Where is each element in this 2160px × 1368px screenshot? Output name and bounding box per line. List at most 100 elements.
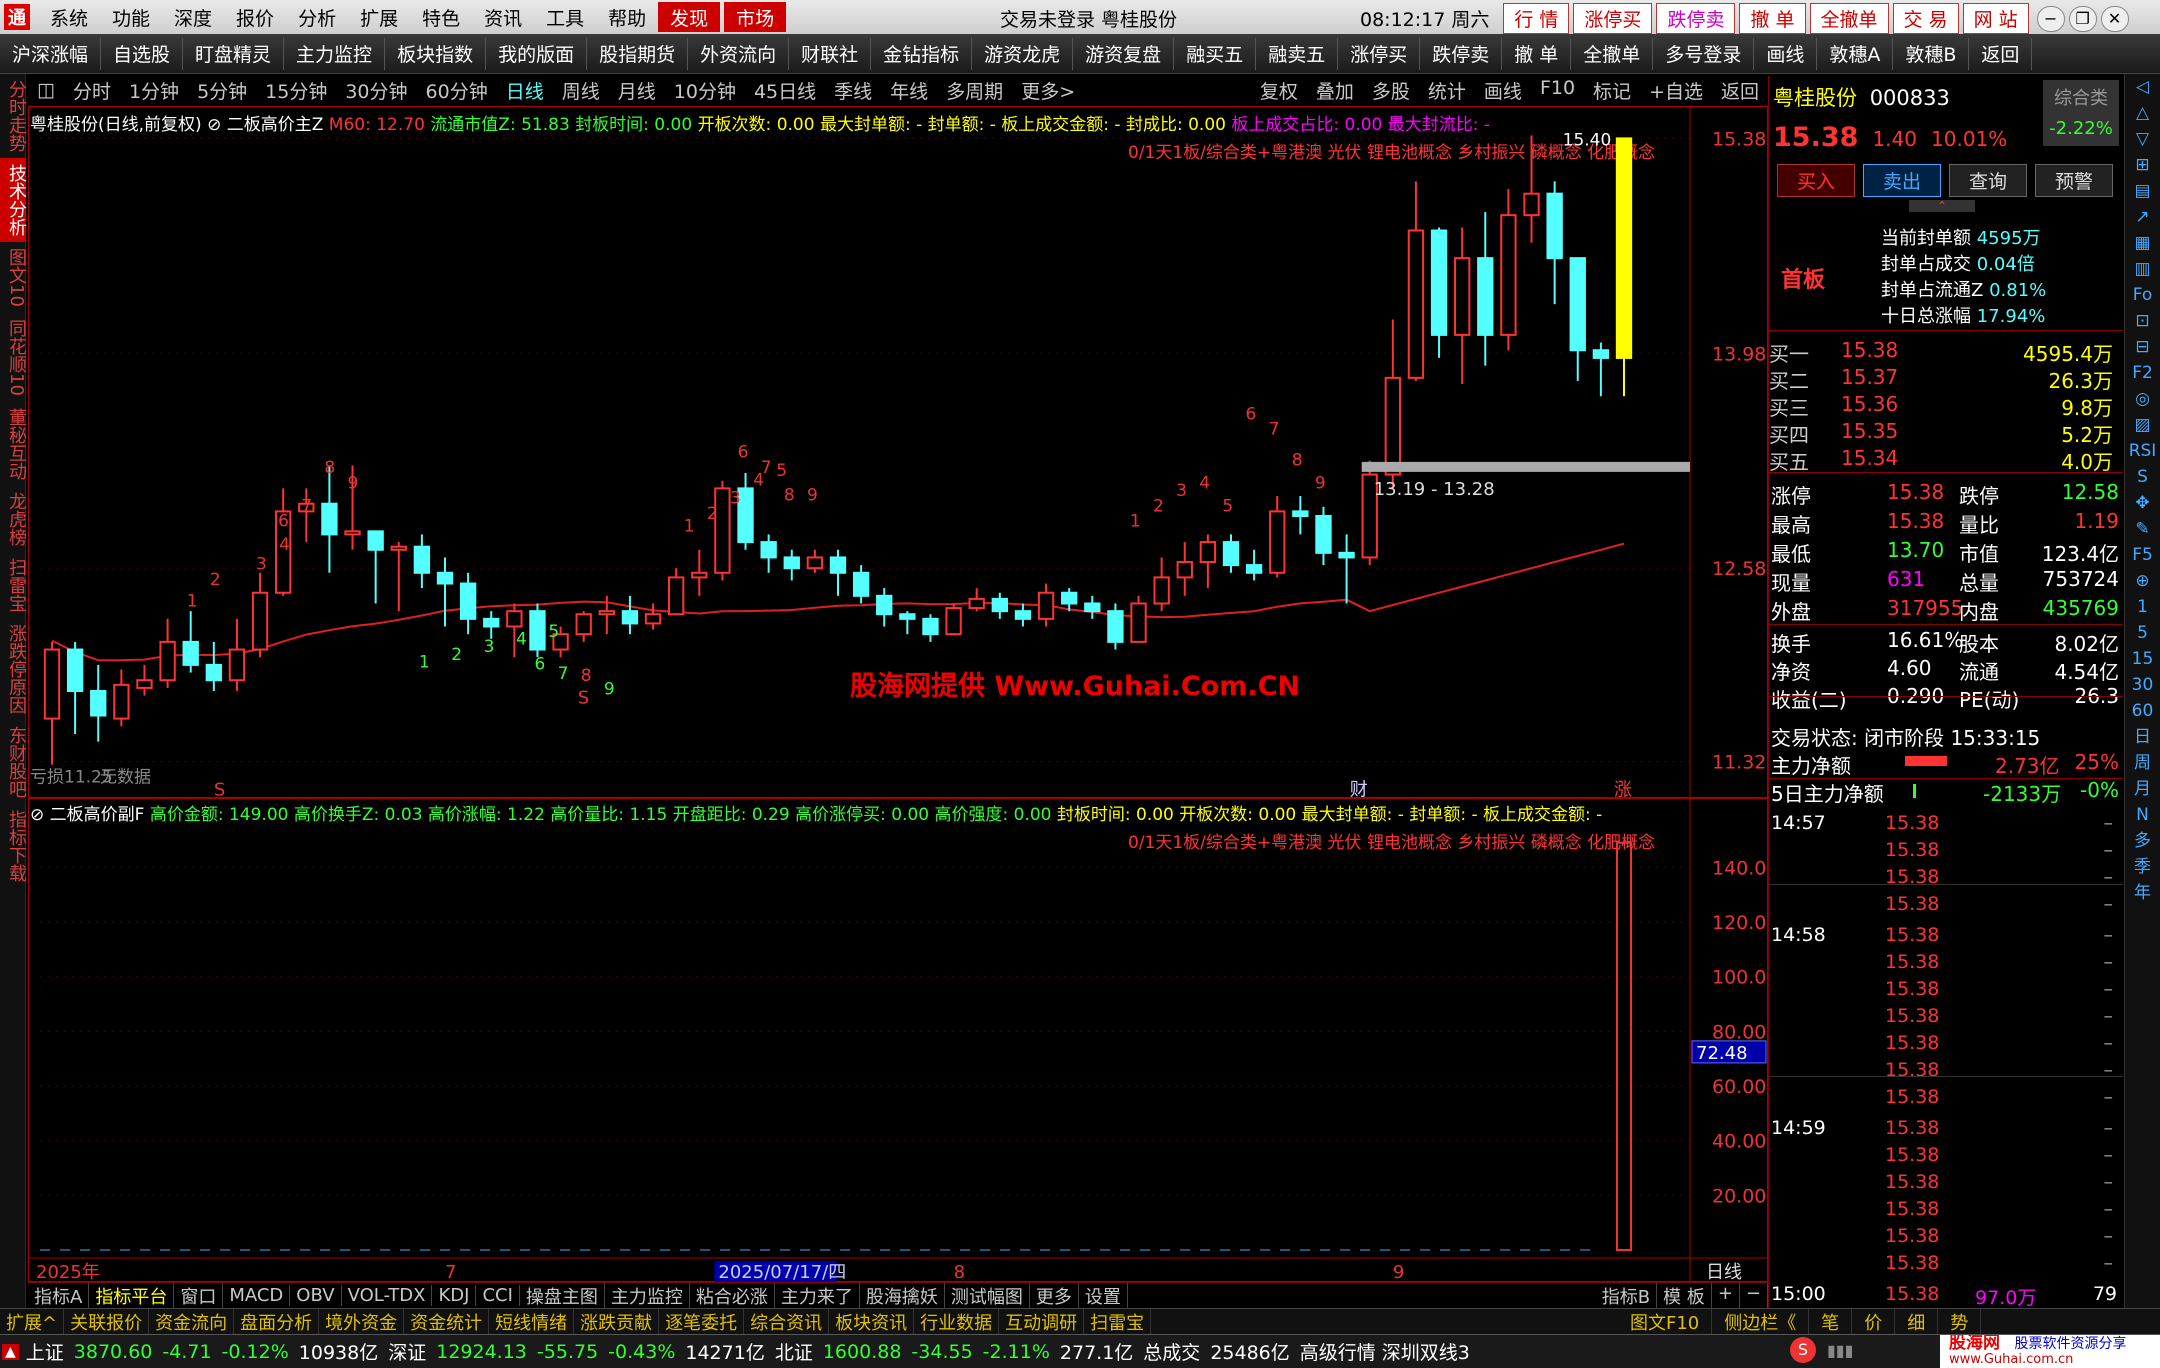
chart-action[interactable]: 复权 (1251, 77, 1307, 104)
right-tool-icon[interactable]: 5 (2125, 620, 2160, 646)
menu-news[interactable]: 资讯 (472, 4, 534, 31)
extension-tab[interactable]: 境外资金 (319, 1309, 405, 1334)
period-tab[interactable]: 周线 (553, 77, 609, 104)
extension-tab[interactable]: 图文F10 (1618, 1309, 1713, 1334)
right-tool-icon[interactable]: F5 (2125, 542, 2160, 568)
sub-chart-pane[interactable] (28, 798, 1768, 1282)
right-tool-icon[interactable]: S (2125, 464, 2160, 490)
toolbar-button[interactable]: 游资龙虎 (972, 37, 1074, 70)
menu-function[interactable]: 功能 (100, 4, 162, 31)
indicator-tab[interactable]: 粘合必涨 (690, 1283, 775, 1308)
side-tab-secretary[interactable]: 董秘互动 (0, 402, 27, 486)
period-tab[interactable]: 1分钟 (120, 77, 188, 104)
side-tab-f10[interactable]: 图文10 (0, 242, 27, 313)
indicator-name[interactable]: 二板高价主Z (227, 115, 324, 135)
indicator-name[interactable]: 二板高价副F (50, 805, 145, 825)
toolbar-button[interactable]: 股指期货 (587, 37, 689, 70)
side-tab-dragon[interactable]: 龙虎榜 (0, 486, 27, 552)
period-tab[interactable]: 更多> (1012, 77, 1084, 104)
restore-icon[interactable]: ❐ (2068, 5, 2097, 32)
toolbar-button[interactable]: 沪深涨幅 (0, 37, 102, 70)
website-button[interactable]: 网 站 (1962, 3, 2029, 34)
sz-index-name[interactable]: 深证 (383, 1338, 431, 1365)
right-tool-icon[interactable]: ▨ (2125, 412, 2160, 438)
side-tab-mine[interactable]: 扫雷宝 (0, 552, 27, 618)
minimize-icon[interactable]: − (2036, 5, 2065, 32)
extension-tab[interactable]: 逐笔委托 (659, 1309, 745, 1334)
limit-down-sell-button[interactable]: 跌停卖 (1656, 3, 1736, 34)
extension-tab[interactable]: 盘面分析 (234, 1309, 320, 1334)
right-tool-icon[interactable]: 15 (2125, 646, 2160, 672)
main-chart-pane[interactable] (28, 106, 1768, 798)
menu-system[interactable]: 系统 (38, 4, 100, 31)
menu-tools[interactable]: 工具 (534, 4, 596, 31)
category-box[interactable]: 综合类 -2.22% (2043, 80, 2119, 146)
period-tab[interactable]: 10分钟 (665, 77, 745, 104)
indicator-tab[interactable]: OBV (290, 1285, 342, 1306)
toolbar-button[interactable]: 我的版面 (486, 37, 588, 70)
chart-action[interactable]: 叠加 (1307, 77, 1363, 104)
right-tool-icon[interactable]: △ (2125, 100, 2160, 126)
toolbar-button[interactable]: 涨停买 (1338, 37, 1421, 70)
chart-action[interactable]: 标记 (1584, 77, 1640, 104)
toolbar-button[interactable]: 外资流向 (688, 37, 790, 70)
period-tab[interactable]: 分时 (64, 77, 120, 104)
menu-quote[interactable]: 报价 (224, 4, 286, 31)
buy-button[interactable]: 买入 (1777, 164, 1855, 197)
indicator-tab[interactable]: 指标平台 (89, 1283, 175, 1308)
panel-toggle-icon[interactable]: ◫ (28, 79, 64, 101)
toolbar-button[interactable]: 盯盘精灵 (183, 37, 285, 70)
chart-action[interactable]: 多股 (1363, 77, 1419, 104)
indicator-toggle-icon[interactable]: ⊘ (207, 115, 227, 135)
toolbar-button[interactable]: 财联社 (789, 37, 872, 70)
right-tool-icon[interactable]: ◁ (2125, 74, 2160, 100)
period-tab[interactable]: 60分钟 (417, 77, 497, 104)
toolbar-button[interactable]: 板块指数 (385, 37, 487, 70)
tab-market[interactable]: 市场 (724, 2, 787, 32)
order-book-row[interactable]: 买二 15.37 26.3万 (1769, 365, 2123, 394)
indicator-tab[interactable]: − (1740, 1283, 1768, 1308)
right-tool-icon[interactable]: ◎ (2125, 386, 2160, 412)
collapse-chevron-icon[interactable]: ⌃ (1909, 200, 1975, 212)
chart-action[interactable]: +自选 (1640, 77, 1712, 104)
right-tool-icon[interactable]: Fo (2125, 282, 2160, 308)
indicator-tab[interactable]: 窗口 (174, 1283, 224, 1308)
extension-tab[interactable]: 势 (1938, 1309, 1982, 1334)
extension-tab[interactable]: 短线情绪 (489, 1309, 575, 1334)
extension-tab[interactable]: 互动调研 (999, 1309, 1085, 1334)
order-book-row[interactable]: 买五 15.34 4.0万 (1769, 446, 2123, 475)
indicator-tab[interactable]: MACD (223, 1285, 291, 1306)
close-icon[interactable]: ✕ (2100, 5, 2129, 32)
indicator-tab[interactable]: 测试幅图 (945, 1283, 1030, 1308)
toolbar-button[interactable]: 敦穗B (1893, 37, 1970, 70)
extension-tab[interactable]: 扩展^ (0, 1309, 65, 1334)
indicator-tab[interactable]: 主力监控 (605, 1283, 690, 1308)
toolbar-button[interactable]: 全撤单 (1571, 37, 1654, 70)
toolbar-button[interactable]: 金钻指标 (871, 37, 973, 70)
extension-tab[interactable]: 综合资讯 (744, 1309, 830, 1334)
chart-action[interactable]: 返回 (1712, 77, 1768, 104)
period-tab-active[interactable]: 日线 (497, 77, 553, 104)
alert-button[interactable]: 预警 (2035, 164, 2113, 197)
menu-extend[interactable]: 扩展 (348, 4, 410, 31)
right-tool-icon[interactable]: ⊟ (2125, 334, 2160, 360)
toolbar-button[interactable]: 融买五 (1174, 37, 1257, 70)
right-tool-icon[interactable]: ✥ (2125, 490, 2160, 516)
market-mode[interactable]: 高级行情 深圳双线3 (1295, 1338, 1475, 1365)
right-tool-icon[interactable]: ⊡ (2125, 308, 2160, 334)
right-tool-icon[interactable]: ▤ (2125, 178, 2160, 204)
toolbar-button[interactable]: 主力监控 (284, 37, 386, 70)
toolbar-button[interactable]: 画线 (1754, 37, 1818, 70)
menu-help[interactable]: 帮助 (596, 4, 658, 31)
toolbar-button[interactable]: 融卖五 (1256, 37, 1339, 70)
side-tab-ths[interactable]: 同花顺10 (0, 313, 27, 402)
indicator-tab[interactable]: 设置 (1079, 1283, 1128, 1308)
extension-tab[interactable]: 细 (1895, 1309, 1939, 1334)
extension-tab[interactable]: 行业数据 (914, 1309, 1000, 1334)
period-tab[interactable]: 5分钟 (188, 77, 256, 104)
menu-feature[interactable]: 特色 (410, 4, 472, 31)
right-tool-icon[interactable]: ▦ (2125, 230, 2160, 256)
indicator-tab[interactable]: KDJ (432, 1285, 477, 1306)
period-tab[interactable]: 年线 (881, 77, 937, 104)
right-tool-icon[interactable]: ▽ (2125, 126, 2160, 152)
